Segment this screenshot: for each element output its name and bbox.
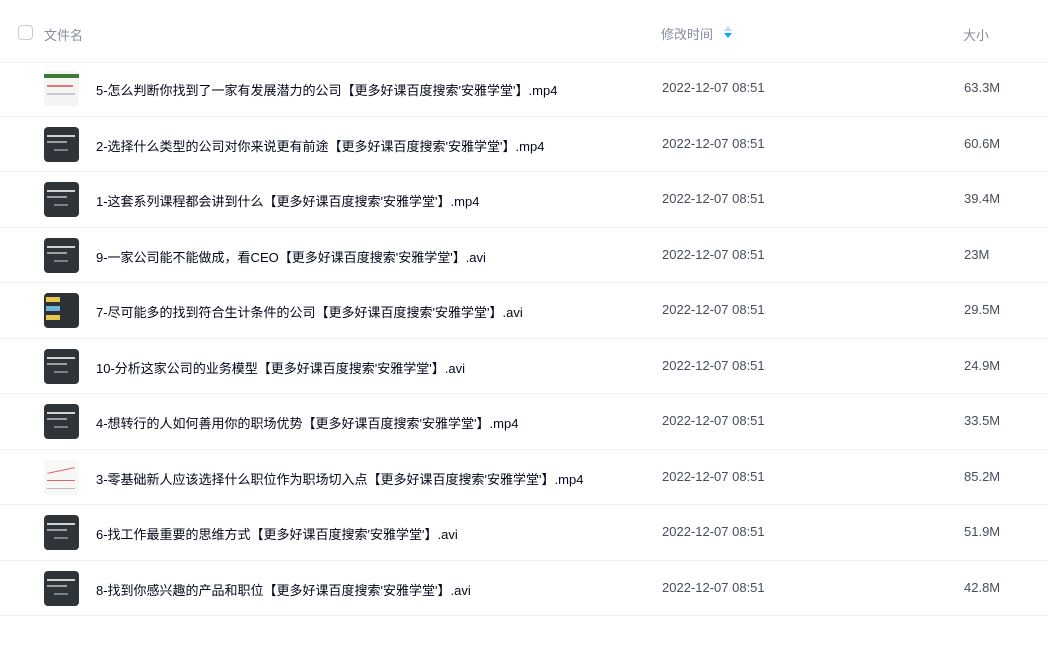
file-name-link[interactable]: 1-这套系列课程都会讲到什么【更多好课百度搜索'安雅学堂'】.mp4 (96, 191, 479, 210)
file-row[interactable]: 1-这套系列课程都会讲到什么【更多好课百度搜索'安雅学堂'】.mp4 2022-1… (0, 172, 1048, 228)
file-name-link[interactable]: 5-怎么判断你找到了一家有发展潜力的公司【更多好课百度搜索'安雅学堂'】.mp4 (96, 80, 557, 99)
file-name-link[interactable]: 7-尽可能多的找到符合生计条件的公司【更多好课百度搜索'安雅学堂'】.avi (96, 302, 523, 321)
video-thumbnail[interactable] (44, 293, 79, 328)
file-name-link[interactable]: 4-想转行的人如何善用你的职场优势【更多好课百度搜索'安雅学堂'】.mp4 (96, 413, 518, 432)
file-modified-time: 2022-12-07 08:51 (662, 191, 765, 206)
file-row[interactable]: 5-怎么判断你找到了一家有发展潜力的公司【更多好课百度搜索'安雅学堂'】.mp4… (0, 61, 1048, 117)
file-size: 29.5M (964, 302, 1001, 317)
file-row[interactable]: 8-找到你感兴趣的产品和职位【更多好课百度搜索'安雅学堂'】.avi 2022-1… (0, 561, 1048, 616)
file-name-link[interactable]: 3-零基础新人应该选择什么职位作为职场切入点【更多好课百度搜索'安雅学堂'】.m… (96, 469, 583, 488)
file-size: 42.8M (964, 579, 1001, 595)
column-header-time[interactable]: 修改时间 (661, 24, 713, 43)
file-size: 24.9M (964, 357, 1001, 373)
file-row[interactable]: 10-分析这家公司的业务模型【更多好课百度搜索'安雅学堂'】.avi 2022-1… (0, 339, 1048, 394)
video-thumbnail[interactable] (44, 126, 79, 162)
file-size: 23M (964, 246, 990, 262)
column-header-name[interactable]: 文件名 (44, 25, 83, 44)
file-row[interactable]: 2-选择什么类型的公司对你来说更有前途【更多好课百度搜索'安雅学堂'】.mp4 2… (0, 117, 1048, 172)
file-name-link[interactable]: 9-一家公司能不能做成，看CEO【更多好课百度搜索'安雅学堂'】.avi (96, 247, 486, 266)
file-size: 39.4M (964, 191, 1001, 206)
file-name-link[interactable]: 2-选择什么类型的公司对你来说更有前途【更多好课百度搜索'安雅学堂'】.mp4 (96, 136, 544, 155)
file-row[interactable]: 9-一家公司能不能做成，看CEO【更多好课百度搜索'安雅学堂'】.avi 2022… (0, 228, 1048, 283)
file-size: 33.5M (964, 413, 1001, 428)
file-modified-time: 2022-12-07 08:51 (662, 413, 765, 428)
file-modified-time: 2022-12-07 08:51 (662, 468, 765, 484)
file-row[interactable]: 6-找工作最重要的思维方式【更多好课百度搜索'安雅学堂'】.avi 2022-12… (0, 505, 1048, 561)
sort-icon[interactable] (723, 25, 733, 39)
select-all-checkbox[interactable] (18, 25, 33, 40)
file-modified-time: 2022-12-07 08:51 (662, 80, 765, 95)
file-row[interactable]: 4-想转行的人如何善用你的职场优势【更多好课百度搜索'安雅学堂'】.mp4 202… (0, 394, 1048, 450)
video-thumbnail[interactable] (44, 71, 79, 106)
video-thumbnail[interactable] (44, 348, 79, 384)
sort-up-icon (724, 26, 732, 31)
file-row[interactable]: 7-尽可能多的找到符合生计条件的公司【更多好课百度搜索'安雅学堂'】.avi 20… (0, 283, 1048, 339)
video-thumbnail[interactable] (44, 237, 79, 273)
file-name-link[interactable]: 10-分析这家公司的业务模型【更多好课百度搜索'安雅学堂'】.avi (96, 358, 465, 377)
file-name-link[interactable]: 6-找工作最重要的思维方式【更多好课百度搜索'安雅学堂'】.avi (96, 524, 458, 543)
video-thumbnail[interactable] (44, 515, 79, 550)
sort-down-icon (724, 33, 732, 38)
file-name-link[interactable]: 8-找到你感兴趣的产品和职位【更多好课百度搜索'安雅学堂'】.avi (96, 580, 471, 599)
video-thumbnail[interactable] (44, 459, 79, 495)
file-size: 51.9M (964, 524, 1001, 539)
file-size: 85.2M (964, 468, 1001, 484)
file-size: 63.3M (964, 80, 1001, 95)
file-modified-time: 2022-12-07 08:51 (662, 302, 765, 317)
video-thumbnail[interactable] (44, 182, 79, 217)
file-modified-time: 2022-12-07 08:51 (662, 246, 765, 262)
file-modified-time: 2022-12-07 08:51 (662, 135, 765, 151)
file-modified-time: 2022-12-07 08:51 (662, 579, 765, 595)
video-thumbnail[interactable] (44, 404, 79, 439)
file-list: 5-怎么判断你找到了一家有发展潜力的公司【更多好课百度搜索'安雅学堂'】.mp4… (0, 61, 1048, 616)
file-row[interactable]: 3-零基础新人应该选择什么职位作为职场切入点【更多好课百度搜索'安雅学堂'】.m… (0, 450, 1048, 505)
file-modified-time: 2022-12-07 08:51 (662, 524, 765, 539)
column-header-size[interactable]: 大小 (963, 25, 989, 44)
file-modified-time: 2022-12-07 08:51 (662, 357, 765, 373)
file-list-header: 文件名 修改时间 大小 (0, 0, 1048, 63)
video-thumbnail[interactable] (44, 570, 79, 606)
file-size: 60.6M (964, 135, 1001, 151)
